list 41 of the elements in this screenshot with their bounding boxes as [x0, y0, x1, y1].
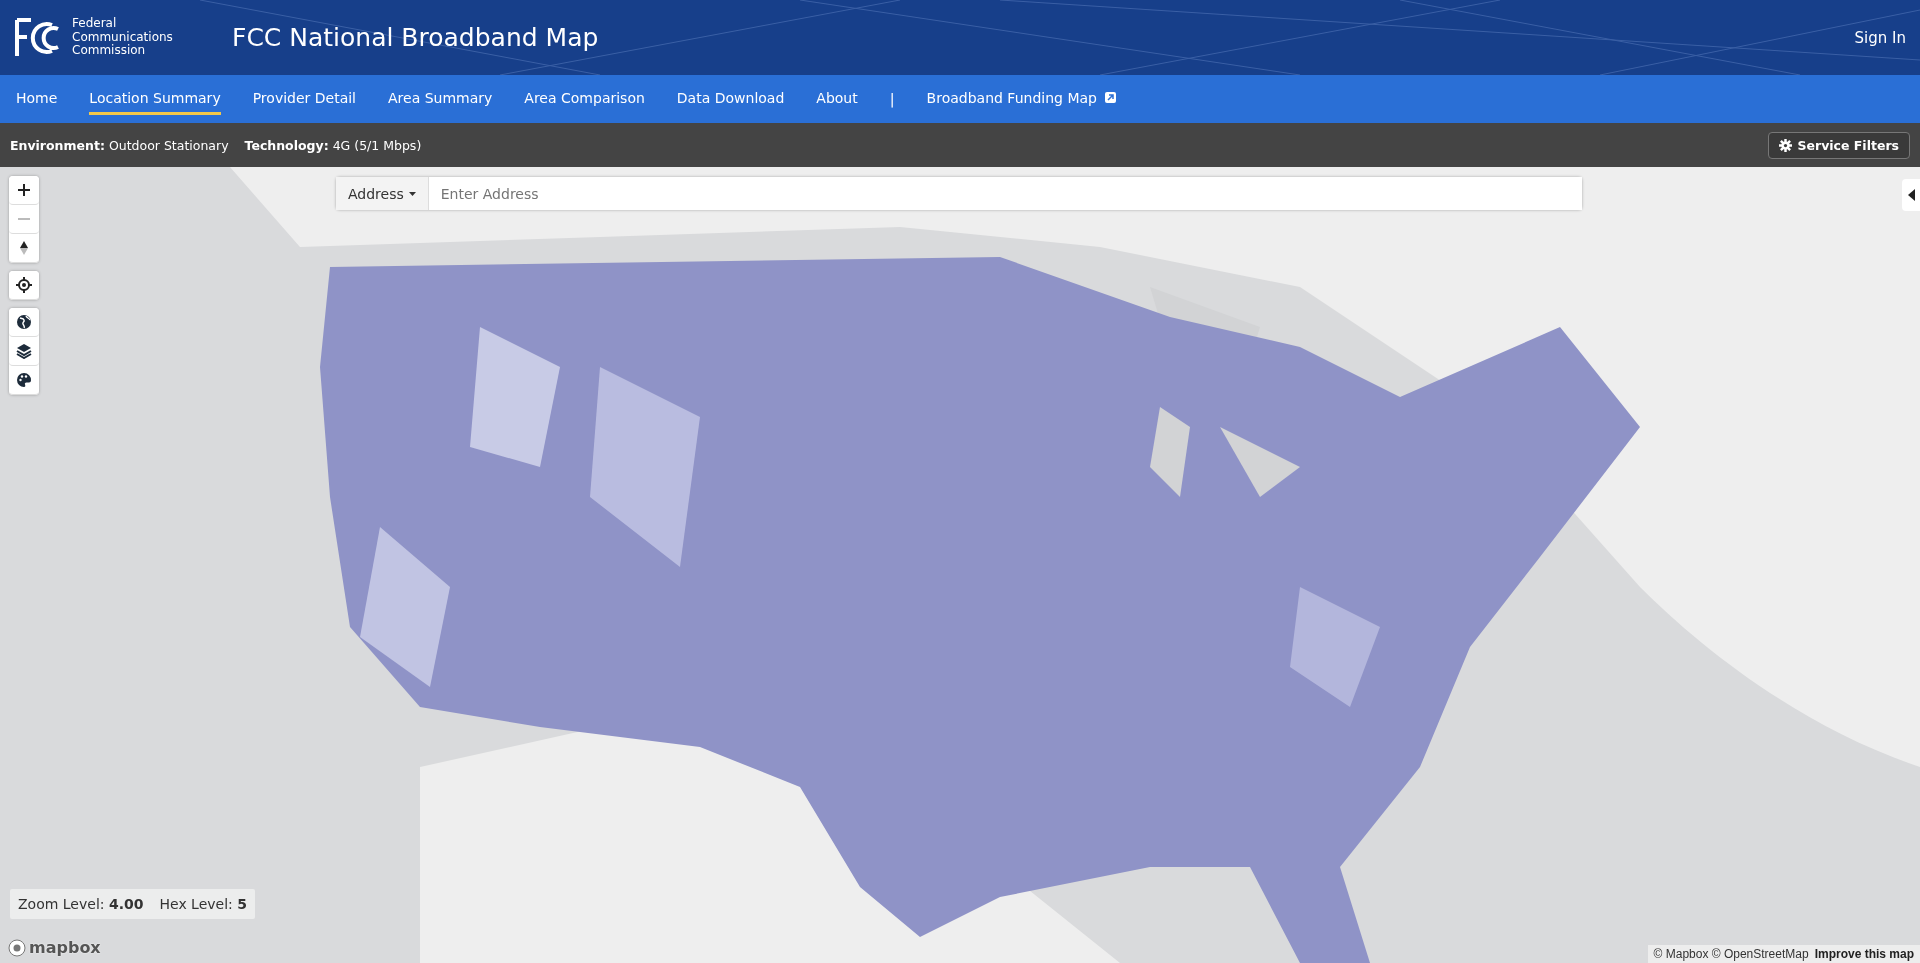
- crosshair-icon: [16, 277, 32, 293]
- attribution-text: © Mapbox © OpenStreetMap: [1653, 947, 1809, 961]
- locate-button[interactable]: [9, 271, 39, 300]
- mapbox-logo: mapbox: [29, 938, 101, 957]
- compass-button[interactable]: [9, 234, 39, 263]
- address-search-field[interactable]: Address Enter Address: [336, 177, 1582, 210]
- nav-link[interactable]: Area Comparison: [524, 83, 645, 115]
- zoom-in-button[interactable]: [9, 176, 39, 205]
- search-type-dropdown[interactable]: Address: [336, 177, 429, 210]
- site-title: FCC National Broadband Map: [232, 23, 599, 52]
- fcc-logo-icon: [14, 16, 62, 59]
- filter-summary: Technology: 4G (5/1 Mbps): [244, 137, 422, 153]
- minus-icon: [18, 218, 30, 220]
- nav-link[interactable]: Broadband Funding Map: [926, 83, 1116, 115]
- nav-link[interactable]: About: [816, 83, 858, 115]
- globe-button[interactable]: [9, 308, 39, 337]
- external-link-icon: [1104, 92, 1116, 103]
- plus-icon: [16, 182, 32, 198]
- hex-level-text: Hex Level: 5: [159, 896, 247, 912]
- zoom-level-text: Zoom Level: 4.00: [18, 896, 144, 912]
- mapbox-logo-icon: [8, 938, 26, 957]
- agency-name: Federal Communications Commission: [72, 16, 174, 59]
- caret-icon: [1907, 189, 1915, 201]
- settings-icon: [1778, 138, 1792, 152]
- nav-link[interactable]: Location Summary: [89, 83, 221, 115]
- improve-map-link[interactable]: Improve this map: [1814, 947, 1914, 961]
- nav-link[interactable]: Home: [16, 83, 58, 115]
- nav-link[interactable]: Area Summary: [388, 83, 493, 115]
- filter-summary: Environment: Outdoor Stationary: [10, 137, 229, 153]
- layers-icon: [16, 343, 32, 359]
- nav-separator: |: [889, 91, 895, 107]
- palette-button[interactable]: [9, 366, 39, 395]
- layers-button[interactable]: [9, 337, 39, 366]
- nav-link[interactable]: Data Download: [676, 83, 785, 115]
- globe-icon: [16, 314, 32, 330]
- nav-link[interactable]: Provider Detail: [252, 83, 356, 115]
- palette-icon: [16, 372, 32, 388]
- sign-in-link[interactable]: Sign In: [1854, 28, 1906, 47]
- panel-toggle-button[interactable]: [1902, 179, 1920, 211]
- caret-icon: [408, 191, 416, 196]
- service-filters-button[interactable]: Service Filters: [1767, 131, 1910, 159]
